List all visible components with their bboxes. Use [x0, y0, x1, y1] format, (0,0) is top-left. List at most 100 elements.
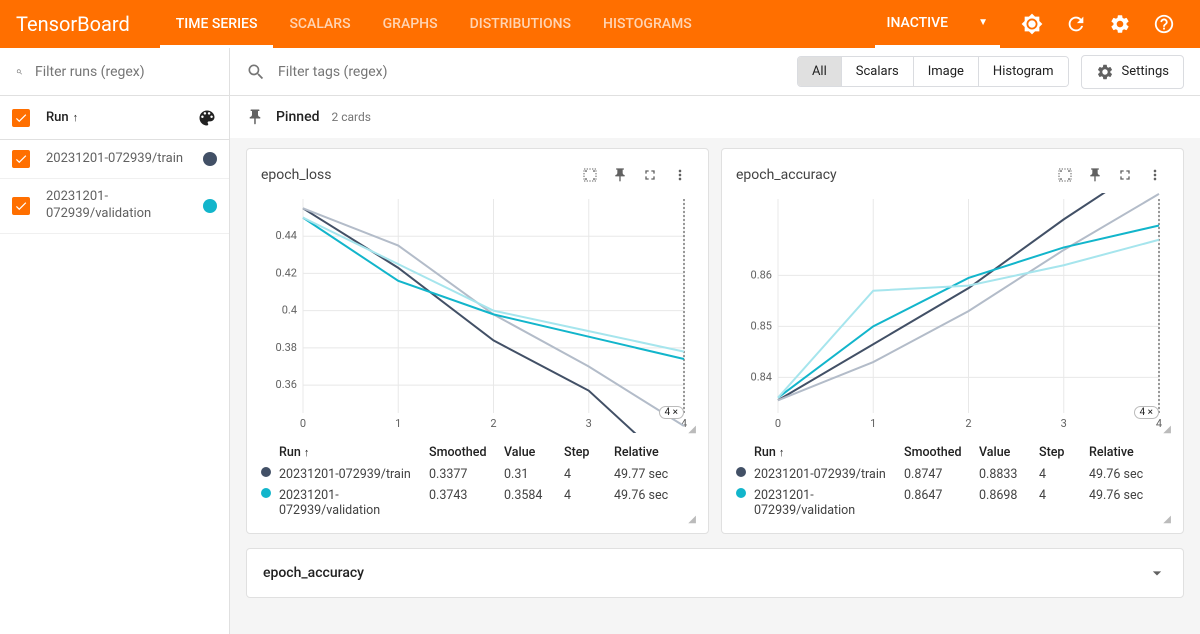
pin-icon[interactable]	[1081, 161, 1109, 189]
search-icon	[246, 62, 266, 82]
dropdown-arrow-icon: ▼	[978, 17, 988, 28]
run-item-validation[interactable]: 20231201-072939/validation	[0, 179, 229, 234]
col-relative[interactable]: Relative	[614, 445, 689, 460]
tab-scalars[interactable]: SCALARS	[273, 0, 366, 48]
tab-time-series[interactable]: TIME SERIES	[160, 0, 274, 48]
col-step[interactable]: Step	[564, 445, 614, 460]
col-run[interactable]: Run	[279, 445, 301, 460]
svg-text:0.4: 0.4	[282, 304, 297, 317]
main-panel: All Scalars Image Histogram Settings Pin…	[230, 48, 1200, 634]
svg-text:0.84: 0.84	[751, 370, 772, 383]
col-step[interactable]: Step	[1039, 445, 1089, 460]
run-dot-icon	[261, 467, 271, 477]
data-table: Run ↑ Smoothed Value Step Relative 20231…	[261, 441, 694, 521]
run-dot-icon	[736, 467, 746, 477]
col-value[interactable]: Value	[504, 445, 564, 460]
fit-domain-icon[interactable]	[576, 161, 604, 189]
section-epoch-accuracy[interactable]: epoch_accuracy	[246, 548, 1184, 598]
chevron-down-icon	[1147, 563, 1167, 583]
filter-runs-input[interactable]	[35, 64, 213, 80]
content-area: Pinned 2 cards epoch_loss 0.3	[230, 96, 1200, 634]
run-column-label: Run	[46, 110, 69, 125]
svg-text:3: 3	[586, 417, 592, 430]
cursor-step-badge: 4 ×	[659, 406, 684, 419]
filter-image[interactable]: Image	[914, 57, 979, 86]
col-value[interactable]: Value	[979, 445, 1039, 460]
col-smoothed[interactable]: Smoothed	[904, 445, 979, 460]
tab-graphs[interactable]: GRAPHS	[367, 0, 454, 48]
svg-text:1: 1	[395, 417, 401, 430]
card-grid: epoch_loss 0.360.380.40.420.4401234 4 × …	[230, 138, 1200, 544]
settings-button[interactable]: Settings	[1081, 55, 1184, 89]
filter-histogram[interactable]: Histogram	[979, 57, 1068, 86]
fullscreen-icon[interactable]	[636, 161, 664, 189]
resize-handle[interactable]: ◢	[688, 514, 696, 525]
col-smoothed[interactable]: Smoothed	[429, 445, 504, 460]
svg-text:2: 2	[490, 417, 496, 430]
col-run[interactable]: Run	[754, 445, 776, 460]
col-relative[interactable]: Relative	[1089, 445, 1164, 460]
run-color-swatch[interactable]	[203, 152, 217, 166]
chart-epoch-accuracy[interactable]: 0.840.850.8601234 4 × ◢	[736, 193, 1169, 433]
section-title: epoch_accuracy	[263, 565, 364, 581]
run-dot-icon	[261, 488, 271, 498]
tab-distributions[interactable]: DISTRIBUTIONS	[454, 0, 587, 48]
run-checkbox[interactable]	[12, 150, 30, 168]
resize-handle[interactable]: ◢	[688, 424, 696, 435]
reload-status-dropdown[interactable]: INACTIVE ▼	[875, 0, 1001, 48]
table-row: 20231201-072939/validation 0.8647 0.8698…	[736, 485, 1169, 521]
palette-icon[interactable]	[197, 108, 217, 128]
resize-handle[interactable]: ◢	[1163, 424, 1171, 435]
filter-all[interactable]: All	[798, 57, 842, 86]
filter-scalars[interactable]: Scalars	[842, 57, 914, 86]
svg-text:0.42: 0.42	[276, 266, 297, 279]
svg-text:0: 0	[775, 417, 781, 430]
svg-text:0.44: 0.44	[276, 229, 297, 242]
svg-text:1: 1	[870, 417, 876, 430]
status-label: INACTIVE	[887, 15, 949, 31]
pinned-label: Pinned	[276, 109, 319, 125]
run-color-swatch[interactable]	[203, 199, 217, 213]
help-icon[interactable]	[1144, 4, 1184, 44]
svg-text:2: 2	[965, 417, 971, 430]
svg-text:0.85: 0.85	[751, 319, 772, 332]
more-icon[interactable]	[666, 161, 694, 189]
pin-icon[interactable]	[606, 161, 634, 189]
filter-tags-search[interactable]	[246, 62, 785, 82]
gear-icon[interactable]	[1100, 4, 1140, 44]
svg-text:3: 3	[1061, 417, 1067, 430]
search-icon	[16, 62, 23, 82]
table-row: 20231201-072939/train 0.8747 0.8833 4 49…	[736, 464, 1169, 485]
resize-handle[interactable]: ◢	[1163, 514, 1171, 525]
run-label: 20231201-072939/validation	[46, 189, 203, 223]
fit-domain-icon[interactable]	[1051, 161, 1079, 189]
filter-runs-search[interactable]	[0, 48, 229, 96]
card-type-filter: All Scalars Image Histogram	[797, 56, 1069, 87]
chart-epoch-loss[interactable]: 0.360.380.40.420.4401234 4 × ◢	[261, 193, 694, 433]
card-title: epoch_loss	[261, 167, 576, 183]
nav-tabs: TIME SERIES SCALARS GRAPHS DISTRIBUTIONS…	[160, 0, 708, 48]
tab-histograms[interactable]: HISTOGRAMS	[587, 0, 708, 48]
filter-tags-input[interactable]	[278, 64, 785, 80]
runs-header[interactable]: Run↑	[0, 96, 229, 140]
svg-text:0.36: 0.36	[276, 378, 297, 391]
run-checkbox[interactable]	[12, 197, 30, 215]
card-epoch-loss: epoch_loss 0.360.380.40.420.4401234 4 × …	[246, 148, 709, 534]
table-row: 20231201-072939/validation 0.3743 0.3584…	[261, 485, 694, 521]
settings-label: Settings	[1122, 64, 1169, 79]
main-toolbar: All Scalars Image Histogram Settings	[230, 48, 1200, 96]
brightness-icon[interactable]	[1012, 4, 1052, 44]
app-header: TensorBoard TIME SERIES SCALARS GRAPHS D…	[0, 0, 1200, 48]
pinned-section-header[interactable]: Pinned 2 cards	[230, 96, 1200, 138]
pin-icon	[246, 108, 264, 126]
more-icon[interactable]	[1141, 161, 1169, 189]
card-title: epoch_accuracy	[736, 167, 1051, 183]
refresh-icon[interactable]	[1056, 4, 1096, 44]
run-item-train[interactable]: 20231201-072939/train	[0, 140, 229, 179]
svg-text:0.38: 0.38	[276, 341, 297, 354]
fullscreen-icon[interactable]	[1111, 161, 1139, 189]
select-all-checkbox[interactable]	[12, 109, 30, 127]
svg-text:0: 0	[300, 417, 306, 430]
card-epoch-accuracy: epoch_accuracy 0.840.850.8601234 4 × ◢	[721, 148, 1184, 534]
run-dot-icon	[736, 488, 746, 498]
